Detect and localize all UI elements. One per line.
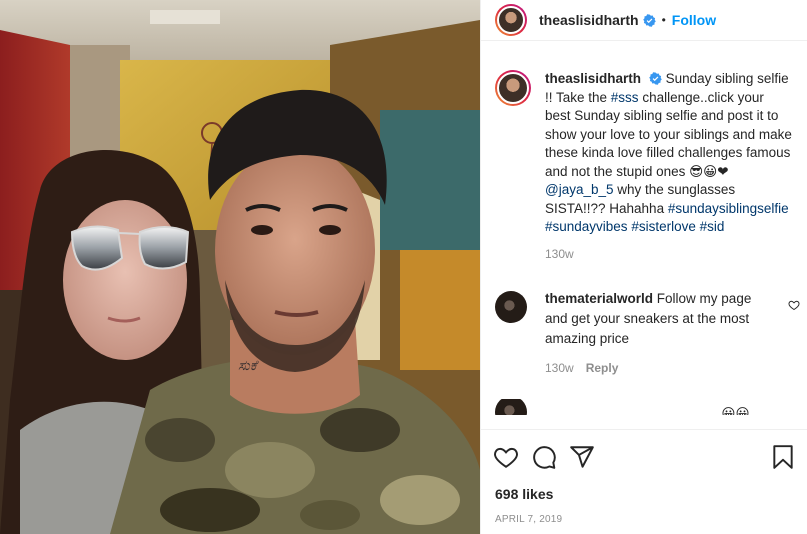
- comments-scroll-area[interactable]: theaslisidharth Sunday sibling selfie !!…: [481, 56, 807, 429]
- caption-username[interactable]: theaslisidharth: [545, 71, 641, 86]
- hashtag-sisterlove[interactable]: #sisterlove: [631, 219, 696, 234]
- heart-icon[interactable]: [493, 444, 519, 470]
- post-date[interactable]: April 7, 2019: [481, 502, 807, 525]
- commenter-avatar[interactable]: [495, 398, 527, 415]
- hashtag-sundayvibes[interactable]: #sundayvibes: [545, 219, 628, 234]
- share-icon[interactable]: [569, 444, 595, 470]
- verified-badge-icon: [642, 13, 656, 27]
- likes-count[interactable]: 698 likes: [481, 474, 807, 502]
- commenter-avatar[interactable]: [495, 290, 527, 323]
- follow-button[interactable]: Follow: [672, 12, 716, 28]
- reply-button[interactable]: Reply: [586, 361, 619, 375]
- bookmark-icon[interactable]: [770, 444, 796, 470]
- author-username[interactable]: theaslisidharth: [539, 12, 639, 28]
- heart-small-icon[interactable]: [788, 299, 800, 311]
- caption-author-avatar[interactable]: [495, 70, 531, 106]
- caption-timestamp[interactable]: 130w: [545, 247, 807, 261]
- svg-text:ಸುಕೆ: ಸುಕೆ: [238, 358, 259, 374]
- comment-text: thematerialworld Follow my page and get …: [545, 289, 775, 349]
- caption: theaslisidharth Sunday sibling selfie !!…: [481, 56, 807, 237]
- post-details-panel: theaslisidharth • Follow theaslisidharth…: [480, 0, 807, 534]
- partial-comment-text: ________ ____ _ ___ _____ 😀😀: [545, 405, 750, 415]
- post-actions: 698 likes April 7, 2019: [481, 429, 807, 534]
- comment-item-partial: ________ ____ _ ___ _____ 😀😀: [481, 398, 807, 415]
- header-separator: •: [661, 13, 666, 27]
- action-icons-row: [481, 430, 807, 474]
- commenter-username[interactable]: thematerialworld: [545, 291, 653, 306]
- comment-item: thematerialworld Follow my page and get …: [481, 289, 807, 349]
- verified-badge-icon: [649, 72, 662, 85]
- hashtag-sss[interactable]: #sss: [611, 90, 639, 105]
- comment-icon[interactable]: [531, 444, 557, 470]
- hashtag-sundaysiblingselfie[interactable]: #sundaysiblingselfie: [668, 201, 789, 216]
- comment-timestamp[interactable]: 130w: [545, 361, 574, 375]
- comment-meta: 130w Reply: [545, 361, 807, 375]
- mention-link[interactable]: @jaya_b_5: [545, 182, 614, 197]
- post-photo[interactable]: ಸುಕೆ: [0, 0, 480, 534]
- post-header: theaslisidharth • Follow: [481, 0, 807, 41]
- selfie-image: ಸುಕೆ: [0, 0, 480, 534]
- hashtag-sid[interactable]: #sid: [700, 219, 725, 234]
- caption-text: theaslisidharth Sunday sibling selfie !!…: [545, 70, 793, 237]
- author-avatar[interactable]: [495, 4, 527, 36]
